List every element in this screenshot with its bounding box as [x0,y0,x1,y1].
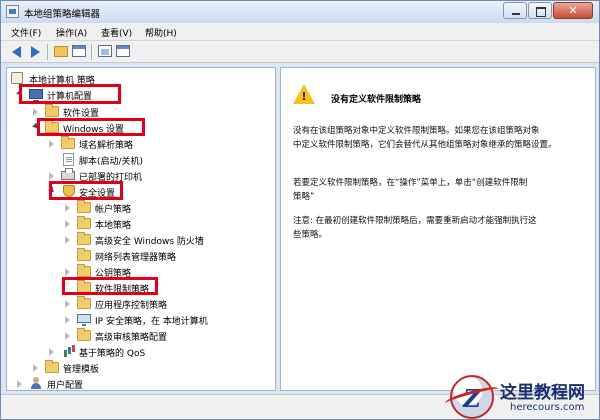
collapse-arrow-icon[interactable] [49,348,54,356]
detail-line: 策略” [293,192,315,202]
console-tree-icon [72,45,86,57]
folder-icon [77,248,91,261]
detail-title: 没有定义软件限制策略 [331,95,422,105]
tree-label: 管理模板 [63,365,100,375]
folder-icon [77,328,91,341]
policy-icon [11,72,23,84]
forward-arrow-icon [31,46,40,58]
folder-icon [45,104,59,117]
tree-label: IP 安全策略，在 本地计算机 [95,317,208,327]
collapse-arrow-icon[interactable] [49,172,54,180]
app-icon [6,5,19,18]
printer-icon [61,168,75,180]
collapse-arrow-icon[interactable] [65,300,70,308]
menu-view[interactable]: 查看(V) [101,26,132,39]
tree-label: 基于策略的 QoS [79,349,146,359]
tree-label: 脚本(启动/关机) [79,157,144,167]
console-tree: 本地计算机 策略 计算机配置 软件设置 Windows 设置 域名解析策略 脚本… [6,67,276,391]
help-icon [98,45,112,57]
folder-icon [77,200,91,213]
minimize-button[interactable] [503,2,527,19]
folder-icon [77,216,91,229]
tree-label: 域名解析策略 [79,141,134,151]
detail-line: 若要定义软件限制策略，在“操作”菜单上，单击“创建软件限制 [293,178,528,188]
toolbar [1,41,599,63]
back-arrow-icon [12,46,21,58]
collapse-arrow-icon[interactable] [49,140,54,148]
collapse-arrow-icon[interactable] [65,316,70,324]
watermark-site-name: 这里教程网 [500,383,585,403]
folder-icon [61,136,75,149]
details-pane: ! 没有定义软件限制策略 没有在该组策略对象中定义软件限制策略。如果您在该组策略… [280,67,596,391]
folder-icon [77,232,91,245]
up-level-button[interactable] [53,44,69,59]
tree-label: 高级审核策略配置 [95,333,168,343]
collapse-arrow-icon[interactable] [65,332,70,340]
detail-line: 注意: 在最初创建软件限制策略后，需要重新启动才能强制执行这 [293,216,537,226]
forward-button[interactable] [27,44,43,59]
detail-line: 没有在该组策略对象中定义软件限制策略。如果您在该组策略对象 [293,126,540,136]
action-pane-icon [116,45,130,57]
menu-action[interactable]: 操作(A) [56,26,87,39]
highlight-box-windows-settings [37,118,145,136]
chart-icon [63,345,77,357]
script-icon [63,153,74,166]
window-controls: ✕ [502,2,593,19]
detail-line: 些策略。 [293,230,328,240]
warning-icon: ! [293,84,315,106]
highlight-box-security-settings [49,181,123,200]
collapse-arrow-icon[interactable] [33,364,38,372]
highlight-box-software-restriction [62,277,158,295]
folder-icon [77,296,91,309]
collapse-arrow-icon[interactable] [33,108,38,116]
toolbar-separator [47,44,48,60]
close-icon: ✕ [568,4,578,17]
tree-label: 用户配置 [47,381,84,391]
detail-line: 中定义软件限制策略，它们会替代从其他组策略对象继承的策略设置。 [293,140,557,150]
title-bar[interactable]: 本地组策略编辑器 ✕ [1,1,599,23]
menu-help[interactable]: 帮助(H) [145,26,177,39]
gpedit-window: 本地组策略编辑器 ✕ 文件(F) 操作(A) 查看(V) 帮助(H) 本地计算机… [0,0,600,420]
tree-label: 网络列表管理器策略 [95,253,177,263]
detail-paragraph-1: 没有在该组策略对象中定义软件限制策略。如果您在该组策略对象 中定义软件限制策略，… [293,124,583,152]
maximize-button[interactable] [528,2,552,19]
show-hide-tree-button[interactable] [71,44,87,59]
folder-icon [45,360,59,373]
help-button[interactable] [97,44,113,59]
collapse-arrow-icon[interactable] [65,236,70,244]
user-icon [30,377,42,389]
collapse-arrow-icon[interactable] [17,380,22,388]
tree-label: 帐户策略 [95,205,132,215]
collapse-arrow-icon[interactable] [65,204,70,212]
highlight-box-computer-config [19,84,121,104]
tree-label: 应用程序控制策略 [95,301,168,311]
action-pane-button[interactable] [115,44,131,59]
watermark: Z 这里教程网 herecours.com [443,373,600,420]
tree-label: 本地策略 [95,221,132,231]
collapse-arrow-icon[interactable] [65,268,70,276]
menu-file[interactable]: 文件(F) [11,26,41,39]
collapse-arrow-icon[interactable] [65,220,70,228]
tree-label: 高级安全 Windows 防火墙 [95,237,204,247]
detail-paragraph-3: 注意: 在最初创建软件限制策略后，需要重新启动才能强制执行这 些策略。 [293,214,583,242]
folder-icon [77,264,91,277]
menu-bar: 文件(F) 操作(A) 查看(V) 帮助(H) [1,23,599,41]
toolbar-separator [91,44,92,60]
network-policy-icon [77,314,91,326]
close-button[interactable]: ✕ [553,2,593,19]
back-button[interactable] [9,44,25,59]
window-title: 本地组策略编辑器 [24,9,101,20]
detail-paragraph-2: 若要定义软件限制策略，在“操作”菜单上，单击“创建软件限制 策略” [293,176,583,204]
folder-up-icon [54,46,68,57]
watermark-site-url: herecours.com [510,402,585,413]
